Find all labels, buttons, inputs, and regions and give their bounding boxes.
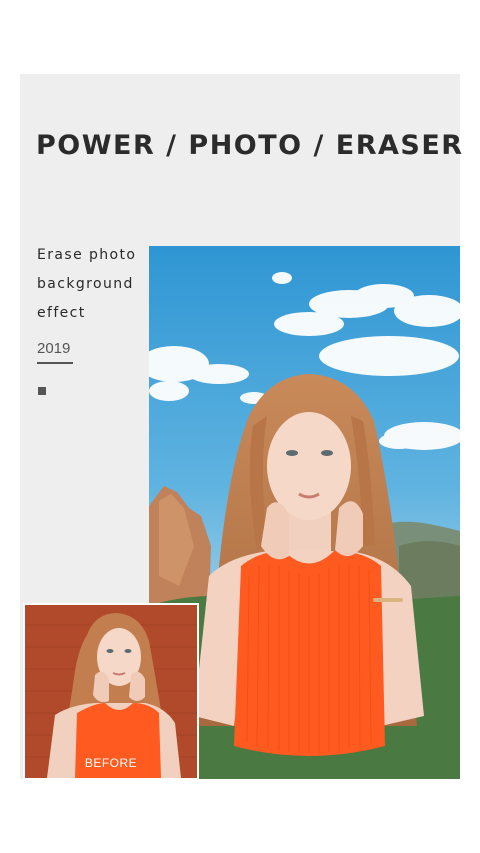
- description-text: Erase photo background effect: [37, 241, 149, 328]
- description-line-2: background: [37, 276, 134, 292]
- square-bullet-icon: [38, 387, 46, 395]
- before-photo: BEFORE: [23, 603, 199, 780]
- page-title: POWER / PHOTO / ERASER: [36, 130, 464, 161]
- description-line-1: Erase photo: [37, 247, 137, 263]
- year-label: 2019: [37, 340, 71, 357]
- description-line-3: effect: [37, 305, 86, 321]
- before-label: BEFORE: [84, 756, 138, 770]
- year-underline: [37, 362, 73, 364]
